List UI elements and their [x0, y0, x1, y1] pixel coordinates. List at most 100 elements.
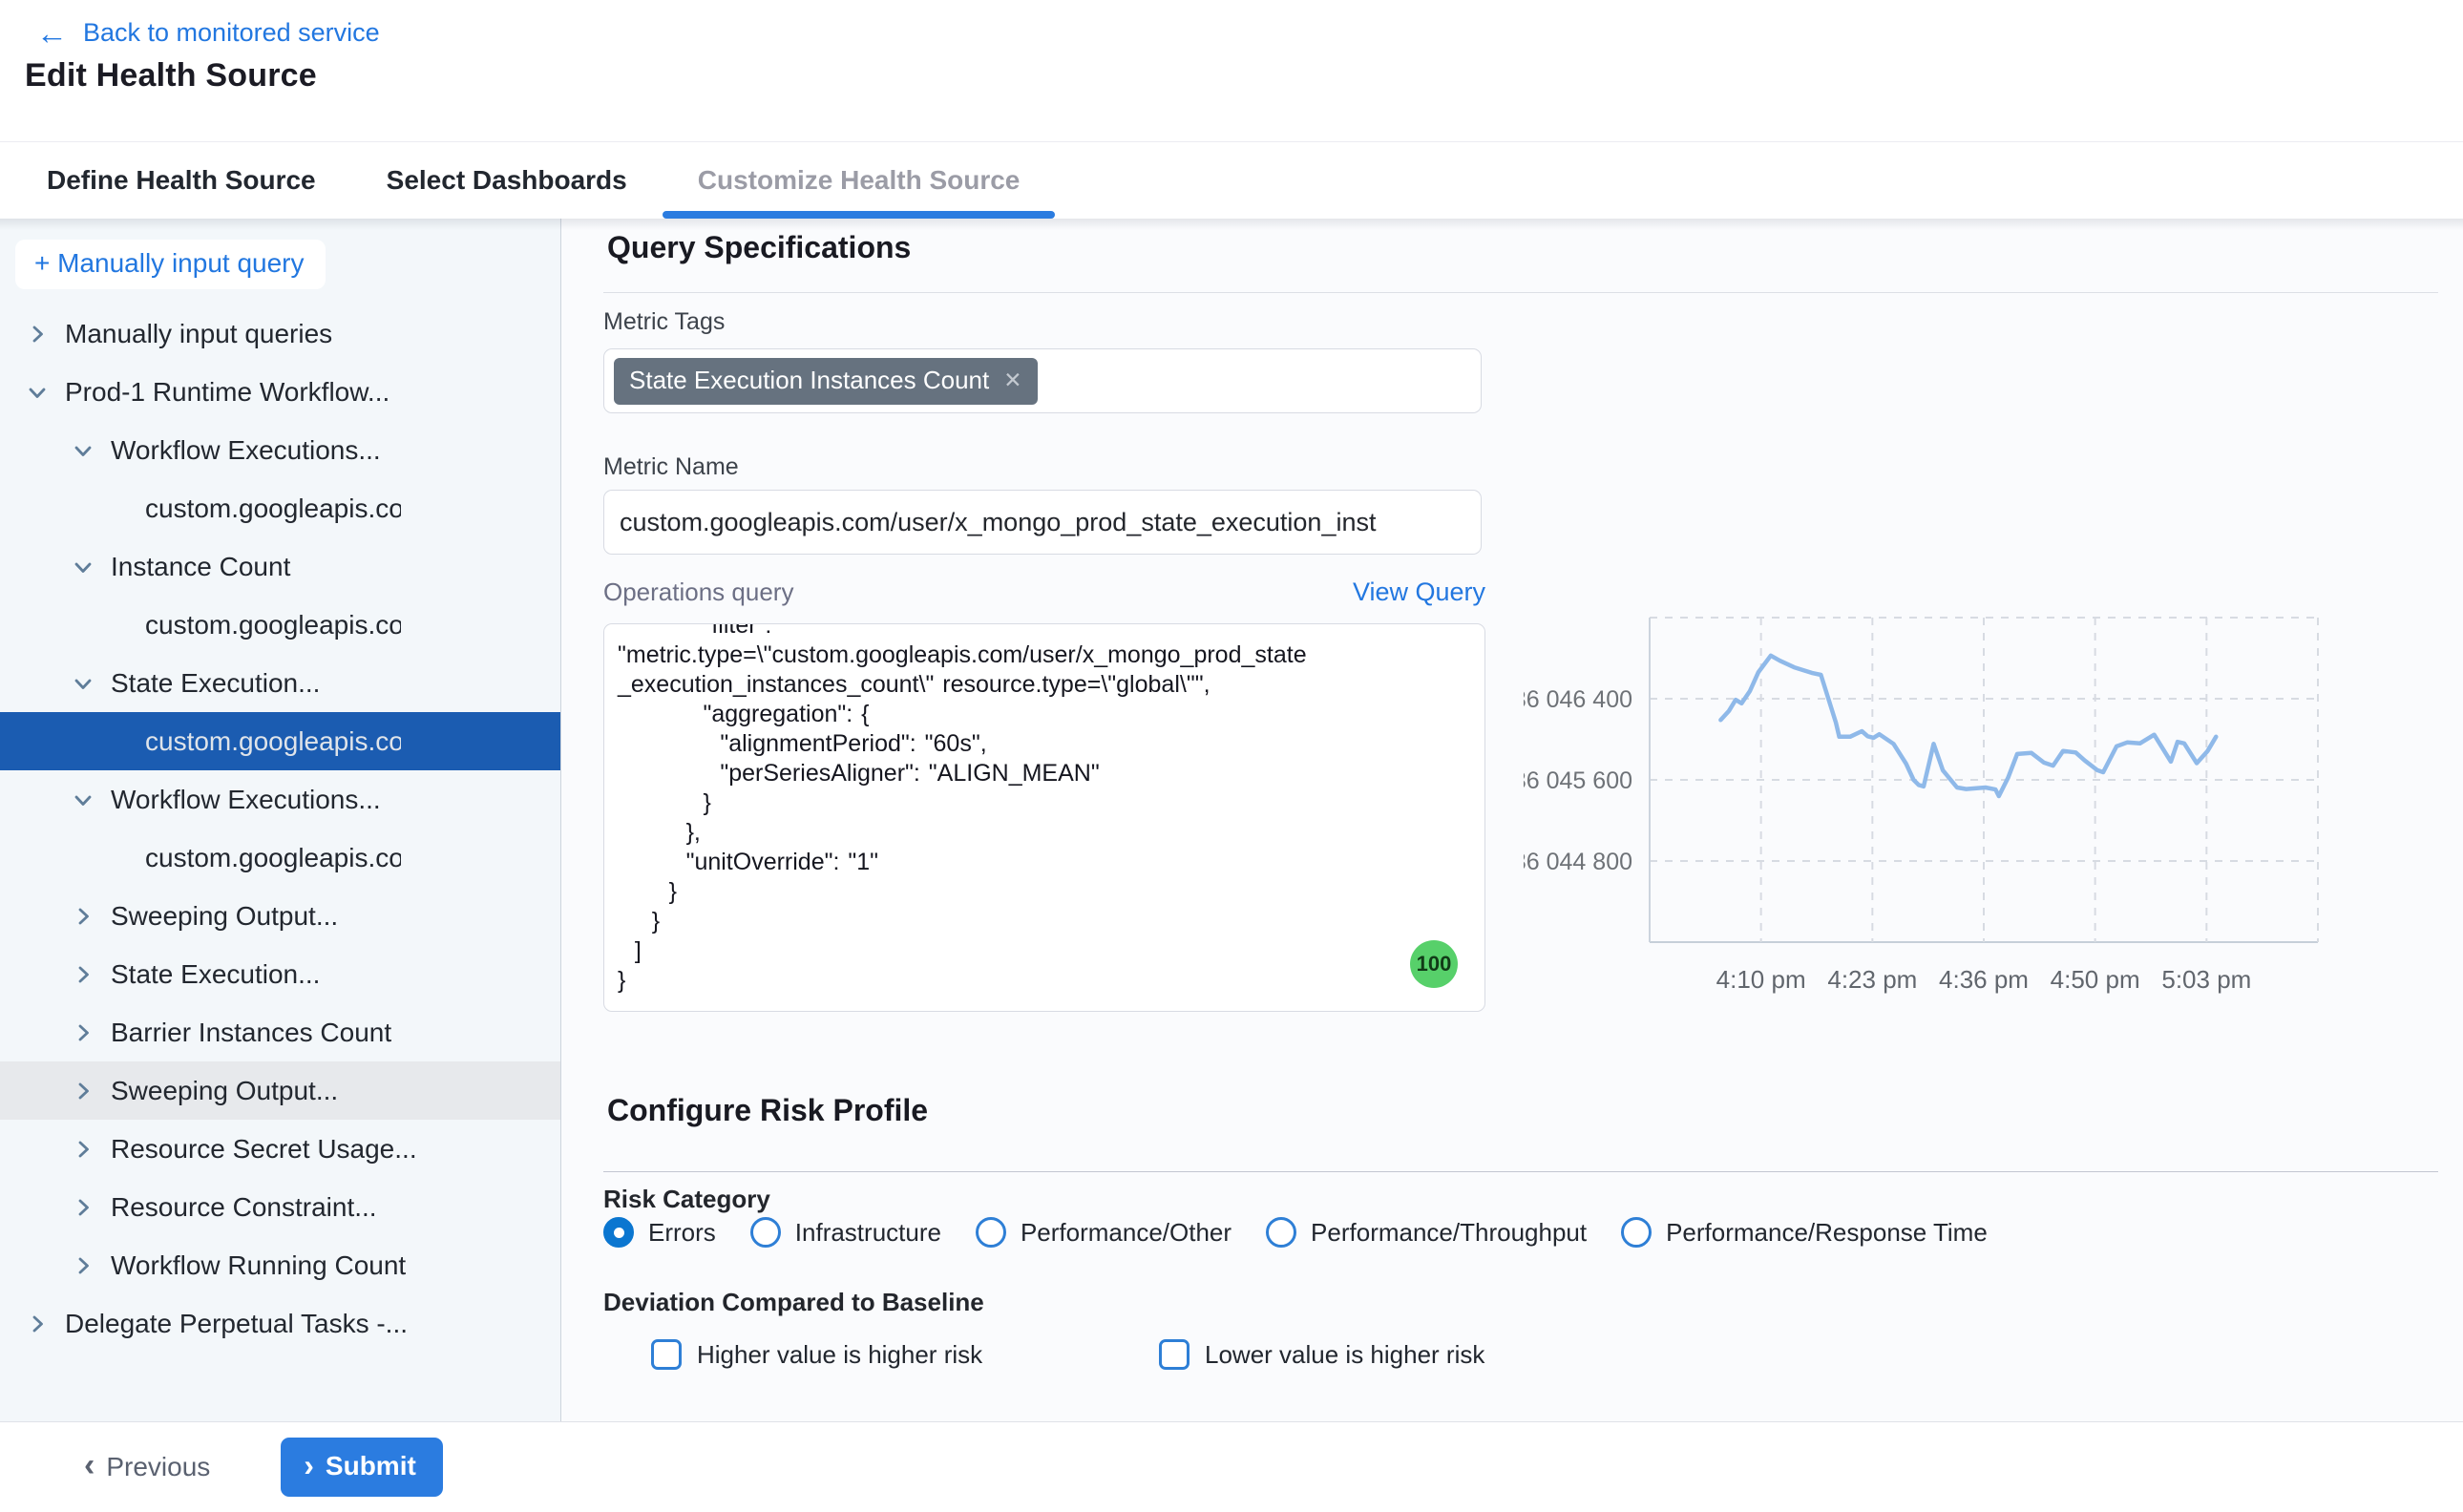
- deviation-options: Higher value is higher risk Lower value i…: [651, 1339, 1667, 1370]
- tree-item-label: Workflow Running Count: [111, 1250, 406, 1281]
- tree-item-sweeping-output[interactable]: Sweeping Output...: [0, 1061, 560, 1120]
- chevron-left-icon: ‹: [84, 1449, 95, 1481]
- tree-item-label: custom.googleapis.co: [145, 726, 401, 757]
- svg-text:4:10 pm: 4:10 pm: [1716, 965, 1806, 994]
- deviation-checkbox-lower-value-is-higher-risk[interactable]: Lower value is higher risk: [1159, 1339, 1667, 1370]
- tree-item-label: custom.googleapis.co: [145, 610, 401, 640]
- radio-label: Performance/Throughput: [1311, 1218, 1587, 1248]
- chevron-right-icon[interactable]: [71, 1195, 95, 1220]
- risk-radio-performance-throughput[interactable]: Performance/Throughput: [1266, 1217, 1587, 1248]
- tree-item-label: Resource Secret Usage...: [111, 1134, 417, 1165]
- chevron-right-icon[interactable]: [25, 322, 50, 346]
- checkbox-label: Lower value is higher risk: [1205, 1340, 1484, 1370]
- radio-icon[interactable]: [1621, 1217, 1652, 1248]
- svg-text:36 046 400: 36 046 400: [1524, 686, 1632, 713]
- checkbox-icon[interactable]: [1159, 1339, 1189, 1370]
- view-query-link[interactable]: View Query: [1353, 578, 1485, 607]
- chevron-right-icon[interactable]: [71, 1020, 95, 1045]
- radio-label: Performance/Response Time: [1666, 1218, 1988, 1248]
- wizard-tabbar: Define Health SourceSelect DashboardsCus…: [0, 141, 2463, 219]
- tree-item-custom-googleapis-co[interactable]: custom.googleapis.co: [0, 479, 560, 537]
- radio-icon[interactable]: [603, 1217, 634, 1248]
- add-manual-query-button[interactable]: + Manually input query: [15, 240, 326, 289]
- risk-category-label: Risk Category: [603, 1185, 770, 1214]
- radio-icon[interactable]: [750, 1217, 781, 1248]
- metric-tags-input[interactable]: State Execution Instances Count ✕: [603, 348, 1482, 413]
- submit-button-label: Submit: [326, 1451, 416, 1481]
- radio-icon[interactable]: [976, 1217, 1006, 1248]
- back-to-monitored-service-link[interactable]: ← Back to monitored service: [36, 17, 380, 49]
- chevron-right-icon[interactable]: [71, 904, 95, 929]
- deviation-label: Deviation Compared to Baseline: [603, 1288, 984, 1317]
- tree-item-manually-input-queries[interactable]: Manually input queries: [0, 304, 560, 363]
- tree-item-workflow-running-count[interactable]: Workflow Running Count: [0, 1236, 560, 1294]
- tree-item-sweeping-output[interactable]: Sweeping Output...: [0, 887, 560, 945]
- chevron-down-icon[interactable]: [71, 671, 95, 696]
- chevron-down-icon[interactable]: [25, 380, 50, 405]
- operations-query-row: Operations query View Query: [603, 578, 1485, 607]
- risk-radio-performance-response-time[interactable]: Performance/Response Time: [1621, 1217, 1988, 1248]
- tree-item-state-execution[interactable]: State Execution...: [0, 945, 560, 1003]
- section-divider: [603, 292, 2438, 293]
- operations-query-label: Operations query: [603, 578, 793, 607]
- chevron-right-icon[interactable]: [71, 1253, 95, 1278]
- chevron-right-icon[interactable]: [71, 1079, 95, 1103]
- configure-risk-profile-title: Configure Risk Profile: [607, 1093, 928, 1128]
- chevron-right-icon[interactable]: [71, 1137, 95, 1162]
- risk-radio-infrastructure[interactable]: Infrastructure: [750, 1217, 941, 1248]
- deviation-checkbox-higher-value-is-higher-risk[interactable]: Higher value is higher risk: [651, 1339, 1159, 1370]
- tab-customize-health-source[interactable]: Customize Health Source: [663, 142, 1056, 219]
- operations-query-editor[interactable]: "filter": "metric.type=\"custom.googleap…: [603, 623, 1485, 1012]
- submit-button[interactable]: › Submit: [281, 1438, 443, 1497]
- tree-item-label: custom.googleapis.co: [145, 494, 401, 524]
- checkbox-icon[interactable]: [651, 1339, 682, 1370]
- svg-text:36 045 600: 36 045 600: [1524, 767, 1632, 794]
- metric-tags-label: Metric Tags: [603, 308, 725, 336]
- chevron-right-icon[interactable]: [71, 962, 95, 987]
- radio-icon[interactable]: [1266, 1217, 1296, 1248]
- risk-radio-errors[interactable]: Errors: [603, 1217, 716, 1248]
- metric-name-field[interactable]: [603, 490, 1482, 555]
- tree-item-workflow-executions[interactable]: Workflow Executions...: [0, 770, 560, 829]
- metric-tag-text: State Execution Instances Count: [629, 366, 989, 395]
- page-title: Edit Health Source: [25, 57, 317, 94]
- tree-item-custom-googleapis-co[interactable]: custom.googleapis.co: [0, 712, 560, 770]
- metric-tag-chip: State Execution Instances Count ✕: [614, 358, 1038, 405]
- tree-item-state-execution[interactable]: State Execution...: [0, 654, 560, 712]
- chevron-right-icon[interactable]: [25, 1312, 50, 1336]
- query-specifications-title: Query Specifications: [607, 230, 911, 265]
- svg-text:36 044 800: 36 044 800: [1524, 849, 1632, 875]
- metric-name-label: Metric Name: [603, 453, 739, 481]
- tab-define-health-source[interactable]: Define Health Source: [11, 142, 351, 219]
- chevron-down-icon[interactable]: [71, 788, 95, 812]
- tree-item-barrier-instances-count[interactable]: Barrier Instances Count: [0, 1003, 560, 1061]
- tree-item-resource-constraint[interactable]: Resource Constraint...: [0, 1178, 560, 1236]
- tree-item-custom-googleapis-co[interactable]: custom.googleapis.co: [0, 829, 560, 887]
- remove-tag-icon[interactable]: ✕: [1003, 369, 1021, 391]
- page-header: ← Back to monitored service Edit Health …: [0, 0, 2463, 141]
- tree-item-delegate-perpetual-tasks[interactable]: Delegate Perpetual Tasks -...: [0, 1294, 560, 1353]
- tree-item-prod-1-runtime-workflow[interactable]: Prod-1 Runtime Workflow...: [0, 363, 560, 421]
- tab-select-dashboards[interactable]: Select Dashboards: [351, 142, 663, 219]
- operations-query-code: "filter": "metric.type=\"custom.googleap…: [618, 623, 1471, 996]
- tree-item-label: State Execution...: [111, 668, 320, 699]
- tree-item-resource-secret-usage[interactable]: Resource Secret Usage...: [0, 1120, 560, 1178]
- chevron-down-icon[interactable]: [71, 555, 95, 579]
- wizard-footer: ‹ Previous › Submit: [0, 1421, 2463, 1512]
- tree-item-custom-googleapis-co[interactable]: custom.googleapis.co: [0, 596, 560, 654]
- tree-item-label: Delegate Perpetual Tasks -...: [65, 1309, 408, 1339]
- workspace: + Manually input query Manually input qu…: [0, 219, 2463, 1421]
- svg-text:4:36 pm: 4:36 pm: [1939, 965, 2029, 994]
- tree-item-label: Sweeping Output...: [111, 901, 338, 932]
- chevron-right-icon: ›: [304, 1450, 314, 1480]
- chart-svg: 36 046 400 36 045 600 36 044 800 4:10 pm 4:2…: [1524, 606, 2383, 1036]
- back-link-label: Back to monitored service: [83, 18, 380, 48]
- section-divider: [603, 1171, 2438, 1172]
- tree-item-workflow-executions[interactable]: Workflow Executions...: [0, 421, 560, 479]
- tree-item-instance-count[interactable]: Instance Count: [0, 537, 560, 596]
- chevron-down-icon[interactable]: [71, 438, 95, 463]
- svg-text:4:23 pm: 4:23 pm: [1827, 965, 1917, 994]
- back-arrow-icon: ←: [36, 17, 68, 49]
- previous-button[interactable]: ‹ Previous: [84, 1452, 210, 1482]
- risk-radio-performance-other[interactable]: Performance/Other: [976, 1217, 1232, 1248]
